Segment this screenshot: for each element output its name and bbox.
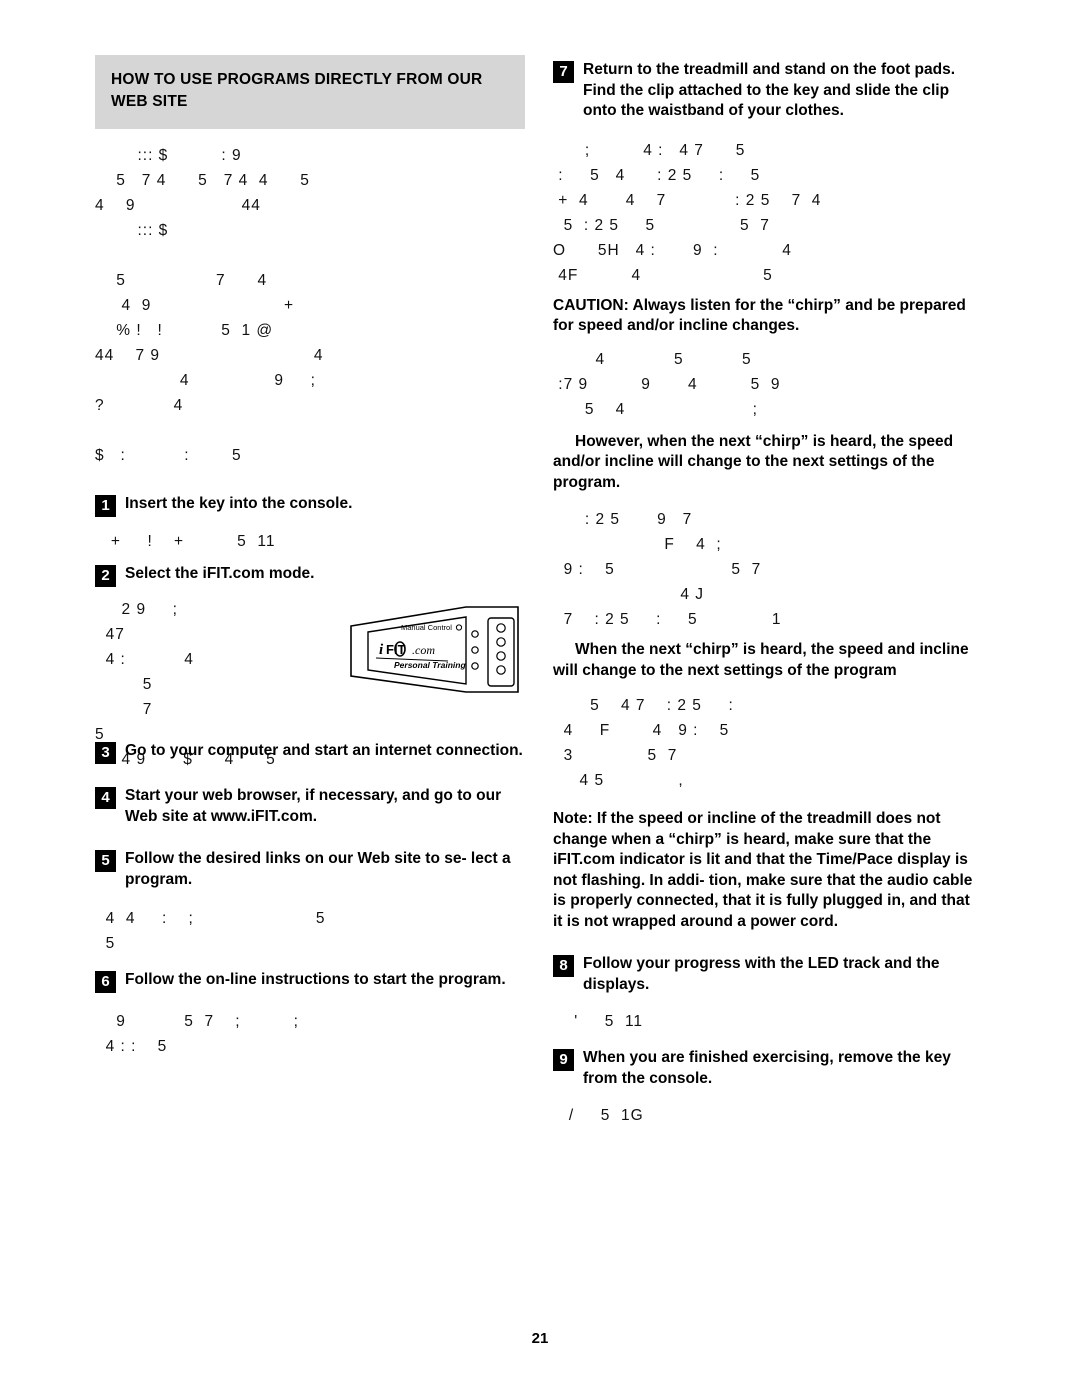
note-paragraph: Note: If the speed or incline of the tre… (553, 810, 973, 930)
garbled-text-block: : 2 5 9 7 F 4 ; 9 : 5 5 7 4 J 7 : 2 5 : … (563, 511, 782, 628)
step-text: Follow the on-line instructions to start… (125, 971, 506, 988)
step-8: 8 Follow your progress with the LED trac… (553, 954, 983, 995)
step-number: 9 (553, 1049, 574, 1071)
step-number: 1 (95, 495, 116, 517)
step-5: 5 Follow the desired links on our Web si… (95, 849, 525, 890)
however-paragraph: However, when the next “chirp” is heard,… (553, 432, 954, 491)
step-number: 4 (95, 787, 116, 809)
step-number: 3 (95, 742, 116, 764)
step-1: 1 Insert the key into the console. (95, 494, 525, 517)
step-text: Go to your computer and start an interne… (125, 742, 523, 759)
step-text: Select the iFIT.com mode. (125, 565, 315, 582)
garbled-text-block: 5 4 7 : 2 5 : 4 F 4 9 : 5 3 5 7 4 5 , (563, 697, 734, 789)
step-number: 7 (553, 61, 574, 83)
step-number: 6 (95, 971, 116, 993)
garbled-text-block: 4 5 5 :7 9 9 4 5 9 5 4 ; (558, 350, 781, 418)
svg-text:.com: .com (412, 643, 435, 657)
step-text: When you are finished exercising, remove… (583, 1049, 951, 1087)
left-column: HOW TO USE PROGRAMS DIRECTLY FROM OUR WE… (95, 55, 525, 1059)
step-9: 9 When you are finished exercising, remo… (553, 1048, 983, 1089)
right-column: 7 Return to the treadmill and stand on t… (553, 55, 983, 1128)
svg-text:Personal Training: Personal Training (394, 660, 466, 670)
step-text: Insert the key into the console. (125, 495, 353, 512)
step-6: 6 Follow the on-line instructions to sta… (95, 970, 525, 993)
step-2: 2 Select the iFIT.com mode. (95, 564, 525, 587)
step-3: 3 Go to your computer and start an inter… (95, 741, 525, 764)
step-7: 7 Return to the treadmill and stand on t… (553, 60, 983, 122)
when-next-chirp-paragraph: When the next “chirp” is heard, the spee… (553, 641, 969, 679)
garbled-text-block: ; 4 : 4 7 5 : 5 4 : 2 5 : 5 + 4 4 7 : 2 … (553, 141, 822, 284)
step-number: 5 (95, 850, 116, 872)
svg-text:FIT: FIT (386, 642, 406, 657)
garbled-text-block: ' 5 11 (553, 1013, 644, 1030)
section-header: HOW TO USE PROGRAMS DIRECTLY FROM OUR WE… (95, 55, 525, 129)
caution-text: CAUTION: Always listen for the “chirp” a… (553, 296, 966, 335)
console-illustration: Manual Control i FIT .com Personal Train… (348, 604, 528, 700)
step-text: Start your web browser, if necessary, an… (125, 787, 502, 825)
step-text: Return to the treadmill and stand on the… (583, 61, 956, 119)
step-text: Follow the desired links on our Web site… (125, 850, 511, 888)
step-number: 2 (95, 565, 116, 587)
manual-control-label: Manual Control (401, 623, 452, 632)
garbled-text-block: / 5 1G (553, 1107, 644, 1124)
step-text: Follow your progress with the LED track … (583, 955, 940, 993)
step-number: 8 (553, 955, 574, 977)
garbled-text-block: ::: $ : 9 5 7 4 5 7 4 4 5 4 9 44 ::: $ 5… (95, 147, 324, 464)
manual-page: HOW TO USE PROGRAMS DIRECTLY FROM OUR WE… (0, 0, 1080, 1397)
step-4: 4 Start your web browser, if necessary, … (95, 786, 525, 827)
garbled-text-block: 9 5 7 ; ; 4 : : 5 (105, 1013, 299, 1055)
garbled-text-block: 4 4 : ; 5 5 (105, 910, 326, 952)
garbled-text-block: + ! + 5 11 (95, 533, 276, 550)
page-number: 21 (531, 1330, 549, 1347)
